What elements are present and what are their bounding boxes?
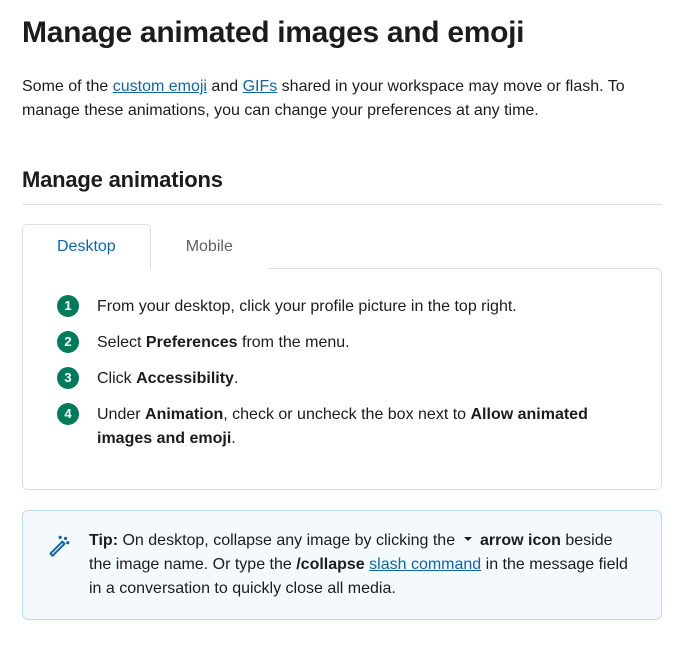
tab-desktop[interactable]: Desktop xyxy=(22,224,151,269)
caret-down-icon xyxy=(462,529,474,553)
step-3: Click Accessibility. xyxy=(57,367,627,391)
step-2-bold: Preferences xyxy=(146,334,238,351)
step-3-post: . xyxy=(234,370,238,387)
gifs-link[interactable]: GIFs xyxy=(243,78,278,95)
step-2-post: from the menu. xyxy=(238,334,350,351)
step-4: Under Animation, check or uncheck the bo… xyxy=(57,403,627,451)
tip-arrow-label: arrow icon xyxy=(480,532,561,549)
tip-a: On desktop, collapse any image by clicki… xyxy=(118,532,460,549)
tip-cmd: /collapse xyxy=(296,556,364,573)
step-4-bold1: Animation xyxy=(145,406,223,423)
tab-mobile[interactable]: Mobile xyxy=(151,224,268,269)
page-title: Manage animated images and emoji xyxy=(22,10,662,55)
tabs: Desktop Mobile xyxy=(22,223,662,268)
step-4-mid: , check or uncheck the box next to xyxy=(223,406,470,423)
intro-text-a: Some of the xyxy=(22,78,113,95)
tip-label: Tip: xyxy=(89,532,118,549)
steps-list: From your desktop, click your profile pi… xyxy=(57,295,627,451)
step-2: Select Preferences from the menu. xyxy=(57,331,627,355)
step-3-pre: Click xyxy=(97,370,136,387)
slash-command-link[interactable]: slash command xyxy=(369,556,481,573)
step-1: From your desktop, click your profile pi… xyxy=(57,295,627,319)
section-heading: Manage animations xyxy=(22,163,662,196)
tip-box: Tip: On desktop, collapse any image by c… xyxy=(22,510,662,620)
custom-emoji-link[interactable]: custom emoji xyxy=(113,78,207,95)
intro-paragraph: Some of the custom emoji and GIFs shared… xyxy=(22,75,662,123)
step-2-pre: Select xyxy=(97,334,146,351)
step-4-pre: Under xyxy=(97,406,145,423)
step-4-post: . xyxy=(231,430,235,447)
intro-text-b: and xyxy=(207,78,243,95)
tip-text: Tip: On desktop, collapse any image by c… xyxy=(89,529,639,601)
step-3-bold: Accessibility xyxy=(136,370,234,387)
section-divider xyxy=(22,204,662,205)
step-1-text: From your desktop, click your profile pi… xyxy=(97,298,517,315)
magic-wand-icon xyxy=(45,533,71,559)
tab-panel-desktop: From your desktop, click your profile pi… xyxy=(22,268,662,490)
